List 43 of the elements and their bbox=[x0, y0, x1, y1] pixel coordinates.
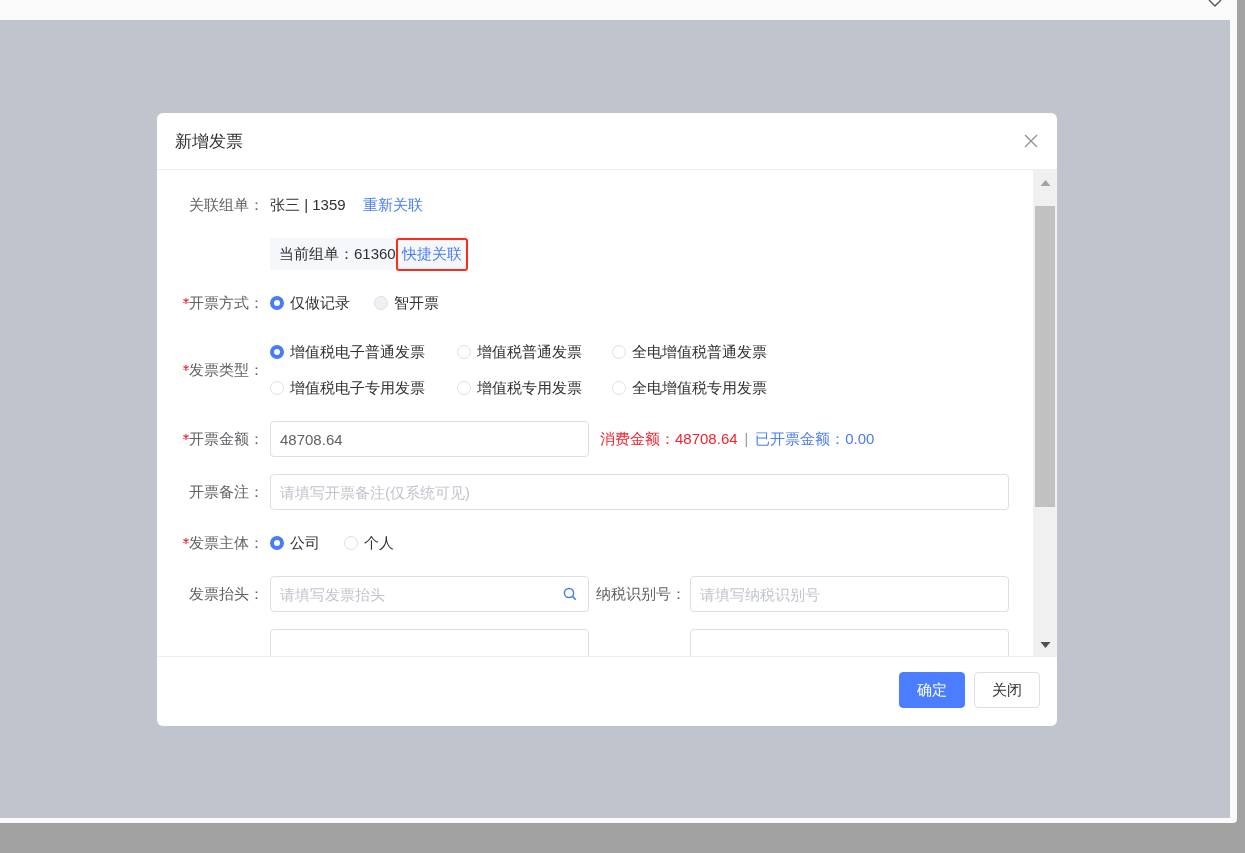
close-icon[interactable] bbox=[1207, 0, 1223, 8]
scrollbar-thumb[interactable] bbox=[1035, 206, 1055, 507]
search-icon[interactable] bbox=[563, 587, 577, 601]
radio-option[interactable]: 增值税专用发票 bbox=[457, 378, 612, 398]
field-label: 开票金额： bbox=[189, 429, 264, 449]
field-label: 关联组单： bbox=[189, 195, 264, 215]
dialog-title: 新增发票 bbox=[175, 130, 243, 153]
close-button[interactable]: 关闭 bbox=[974, 672, 1040, 708]
scroll-down-icon[interactable] bbox=[1039, 642, 1051, 648]
field-label: 发票主体： bbox=[189, 533, 264, 553]
field-label: 纳税识别号： bbox=[596, 584, 686, 604]
input-field[interactable] bbox=[690, 629, 1009, 656]
scroll-up-icon[interactable] bbox=[1039, 180, 1051, 186]
radio-button[interactable] bbox=[270, 345, 284, 359]
radio-option[interactable]: 全电增值税普通发票 bbox=[612, 342, 767, 362]
field-label: 发票类型： bbox=[189, 360, 264, 380]
quick-link[interactable]: 快捷关联 bbox=[395, 237, 468, 271]
invoiced-amount: 已开票金额：0.00 bbox=[755, 429, 875, 449]
close-icon[interactable] bbox=[1024, 134, 1038, 148]
input-field[interactable] bbox=[270, 629, 589, 656]
radio-option[interactable]: 公司 bbox=[270, 533, 320, 553]
field-label: 开票备注： bbox=[189, 482, 264, 502]
radio-button[interactable] bbox=[270, 296, 284, 310]
relink-link[interactable]: 重新关联 bbox=[362, 195, 423, 215]
separator: | bbox=[744, 431, 749, 447]
input-field[interactable]: 48708.64 bbox=[270, 421, 589, 457]
current-order-text: 当前组单：61360 bbox=[279, 244, 396, 264]
field-label: 发票抬头： bbox=[189, 584, 264, 604]
scrollbar[interactable] bbox=[1033, 170, 1057, 656]
radio-button[interactable] bbox=[270, 536, 284, 550]
input-field[interactable]: 请填写开票备注(仅系统可见) bbox=[270, 474, 1009, 510]
radio-option[interactable]: 全电增值税专用发票 bbox=[612, 378, 767, 398]
radio-option[interactable]: 增值税电子专用发票 bbox=[270, 378, 457, 398]
radio-option[interactable]: 仅做记录 bbox=[270, 293, 350, 313]
radio-option[interactable]: 增值税电子普通发票 bbox=[270, 342, 457, 362]
input-field[interactable]: 请填写发票抬头 bbox=[270, 576, 589, 612]
field-value: 张三 | 1359 bbox=[270, 195, 346, 215]
radio-option[interactable]: 增值税普通发票 bbox=[457, 342, 612, 362]
confirm-button[interactable]: 确定 bbox=[899, 672, 965, 708]
input-field[interactable]: 请填写纳税识别号 bbox=[690, 576, 1009, 612]
field-label: 开票方式： bbox=[189, 293, 264, 313]
consumed-amount: 消费金额：48708.64 bbox=[600, 429, 738, 449]
radio-option[interactable]: 个人 bbox=[344, 533, 394, 553]
